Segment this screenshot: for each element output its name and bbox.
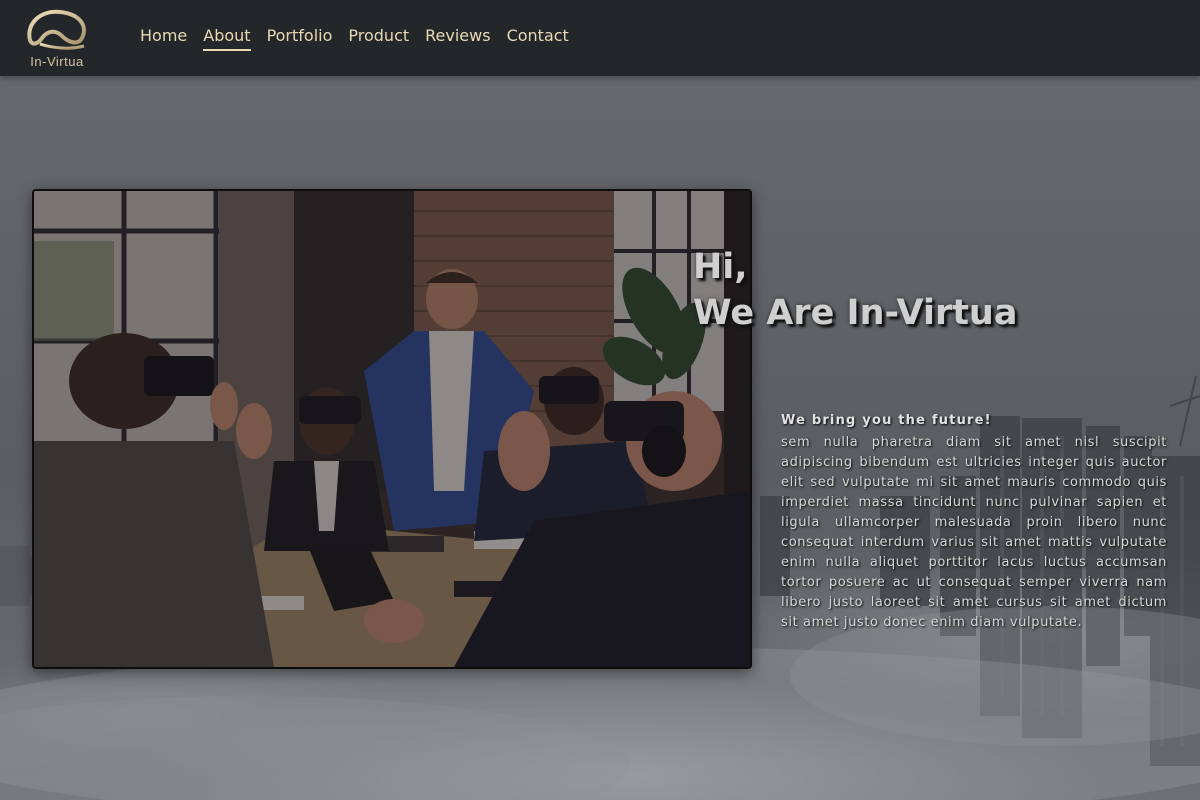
brand-logo-link[interactable]: In-Virtua [18,6,96,70]
nav-product[interactable]: Product [348,26,409,51]
nav-reviews[interactable]: Reviews [425,26,490,51]
brand-name: In-Virtua [30,54,84,69]
top-navbar: In-Virtua Home About Portfolio Product R… [0,0,1200,76]
people-using-vr-headsets-in-meeting-photo [34,191,750,667]
team-vr-photo [32,189,752,669]
main-nav: Home About Portfolio Product Reviews Con… [140,26,569,51]
hero-tagline: We bring you the future! [781,413,992,428]
vr-headset-swoosh-icon [27,9,86,50]
hero-body-text: sem nulla pharetra diam sit amet nisl su… [781,435,1167,630]
nav-home[interactable]: Home [140,26,187,51]
nav-about[interactable]: About [203,26,251,51]
hero-heading-line-2: We Are In-Virtua [693,293,1018,333]
nav-contact[interactable]: Contact [507,26,569,51]
hero-heading: Hi, We Are In-Virtua [693,244,1017,336]
nav-portfolio[interactable]: Portfolio [267,26,333,51]
hero-heading-line-1: Hi, [693,247,748,287]
